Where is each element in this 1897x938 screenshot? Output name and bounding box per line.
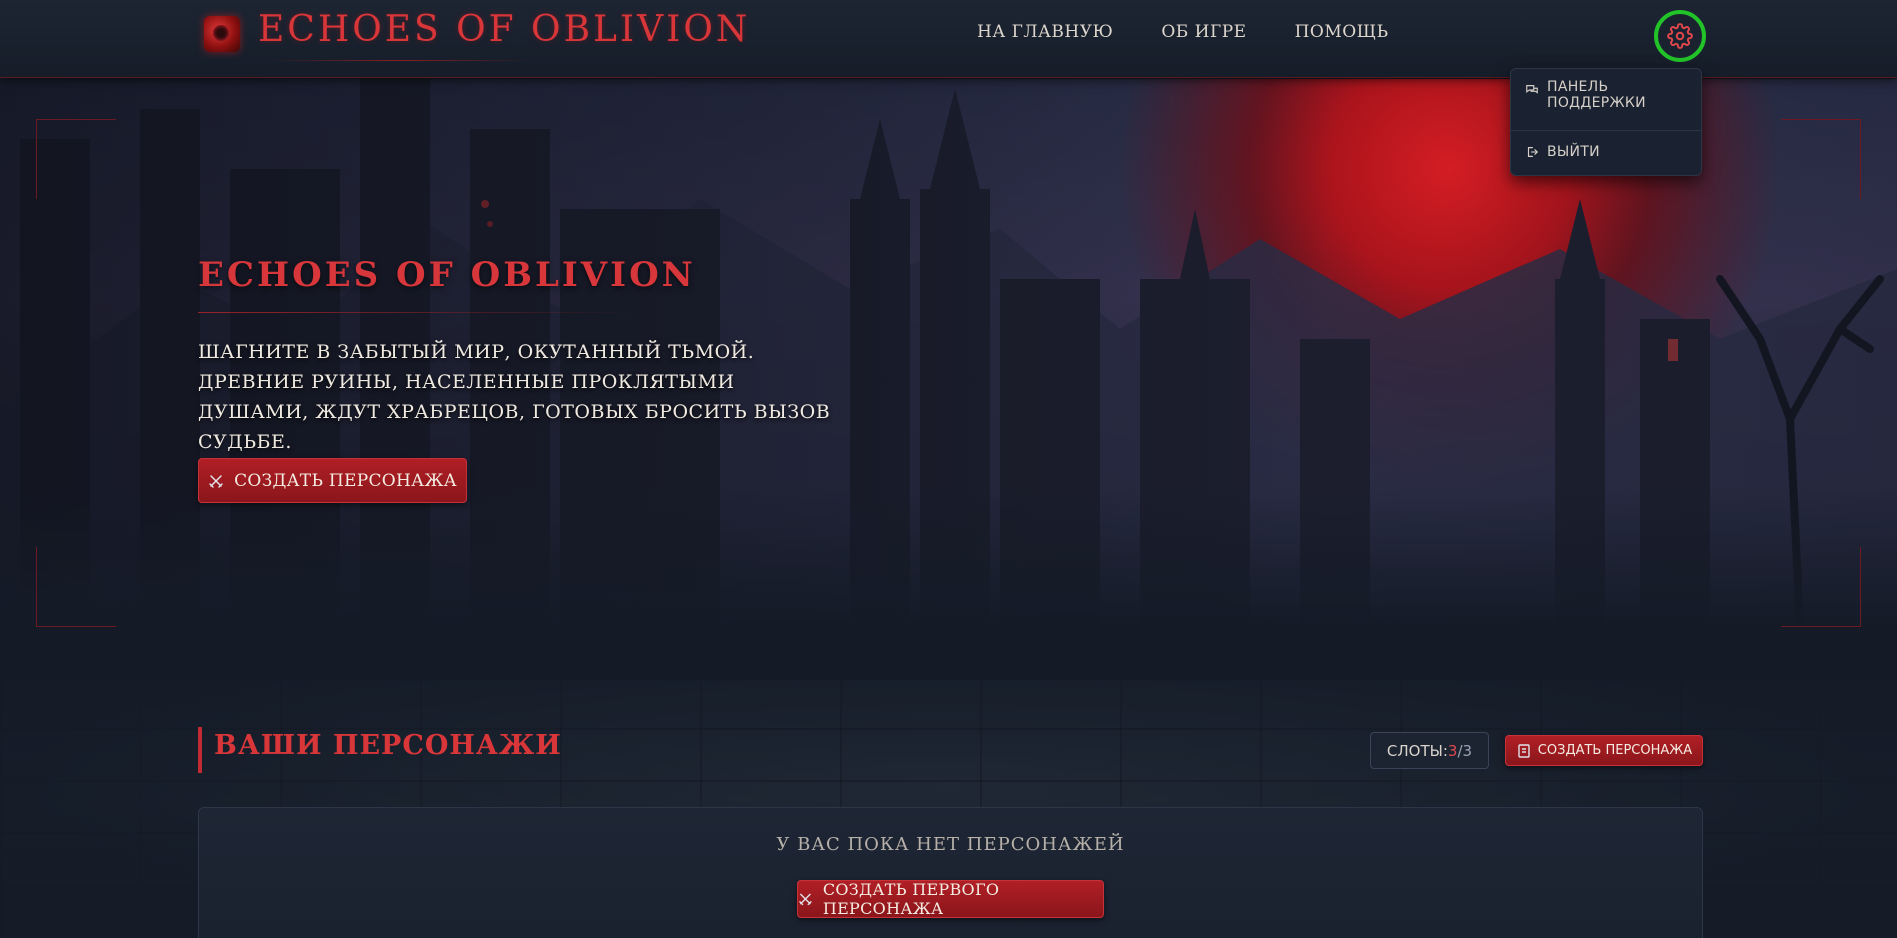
- brand-underline: [270, 60, 530, 61]
- empty-state-text: У ВАС ПОКА НЕТ ПЕРСОНАЖЕЙ: [776, 834, 1125, 855]
- nav-home-link[interactable]: НА ГЛАВНУЮ: [977, 22, 1113, 42]
- characters-section-title: ВАШИ ПЕРСОНАЖИ: [214, 730, 562, 761]
- hero-description: ШАГНИТЕ В ЗАБЫТЫЙ МИР, ОКУТАННЫЙ ТЬМОЙ. …: [198, 341, 831, 453]
- hero-create-character-label: СОЗДАТЬ ПЕРСОНАЖА: [234, 470, 457, 491]
- logo-icon[interactable]: [204, 16, 240, 52]
- logout-item[interactable]: ВЫЙТИ: [1511, 144, 1614, 160]
- nav-help-link[interactable]: ПОМОЩЬ: [1295, 22, 1389, 42]
- support-panel-label-line2: ПОДДЕРЖКИ: [1547, 95, 1646, 111]
- brand-title[interactable]: ECHOES OF OBLIVION: [258, 9, 750, 50]
- support-panel-item[interactable]: ПАНЕЛЬ ПОДДЕРЖКИ: [1511, 69, 1701, 131]
- hero-title: ECHOES OF OBLIVION: [198, 255, 696, 295]
- hero-bottom-fade: [0, 487, 1897, 627]
- hero-title-underline: [198, 312, 638, 313]
- characters-empty-panel: У ВАС ПОКА НЕТ ПЕРСОНАЖЕЙ СОЗДАТЬ ПЕРВОГ…: [198, 807, 1703, 938]
- slots-total: 3: [1462, 741, 1473, 760]
- chat-icon: [1526, 85, 1538, 94]
- section-title-accent: [198, 727, 202, 773]
- frame-corner-bottom-right: [1781, 547, 1861, 627]
- main-nav: НА ГЛАВНУЮ ОБ ИГРЕ ПОМОЩЬ: [977, 22, 1389, 42]
- settings-button[interactable]: [1654, 10, 1706, 62]
- frame-corner-top-left: [36, 119, 116, 199]
- gear-icon: [1667, 23, 1693, 49]
- logout-icon: [1527, 147, 1539, 157]
- create-character-button[interactable]: СОЗДАТЬ ПЕРСОНАЖА: [1505, 735, 1703, 766]
- create-first-character-button[interactable]: СОЗДАТЬ ПЕРВОГО ПЕРСОНАЖА: [797, 880, 1104, 918]
- crossed-swords-icon: [799, 893, 812, 906]
- create-first-character-label: СОЗДАТЬ ПЕРВОГО ПЕРСОНАЖА: [822, 880, 1000, 918]
- settings-dropdown: ПАНЕЛЬ ПОДДЕРЖКИ ВЫЙТИ: [1510, 68, 1702, 176]
- support-panel-label-line1: ПАНЕЛЬ: [1547, 79, 1609, 95]
- logout-label: ВЫЙТИ: [1547, 144, 1600, 160]
- slots-label: СЛОТЫ:: [1386, 741, 1448, 760]
- create-character-label: СОЗДАТЬ ПЕРСОНАЖА: [1537, 743, 1693, 758]
- frame-corner-top-right: [1781, 119, 1861, 199]
- hero-create-character-button[interactable]: СОЗДАТЬ ПЕРСОНАЖА: [198, 458, 467, 503]
- crossed-swords-icon: [209, 474, 223, 488]
- slots-used: 3: [1447, 741, 1458, 760]
- add-character-icon: [1518, 743, 1530, 758]
- frame-corner-bottom-left: [36, 547, 116, 627]
- slots-badge: СЛОТЫ: 3 / 3: [1370, 732, 1489, 769]
- top-header: ECHOES OF OBLIVION НА ГЛАВНУЮ ОБ ИГРЕ ПО…: [0, 0, 1897, 78]
- nav-about-link[interactable]: ОБ ИГРЕ: [1161, 22, 1246, 42]
